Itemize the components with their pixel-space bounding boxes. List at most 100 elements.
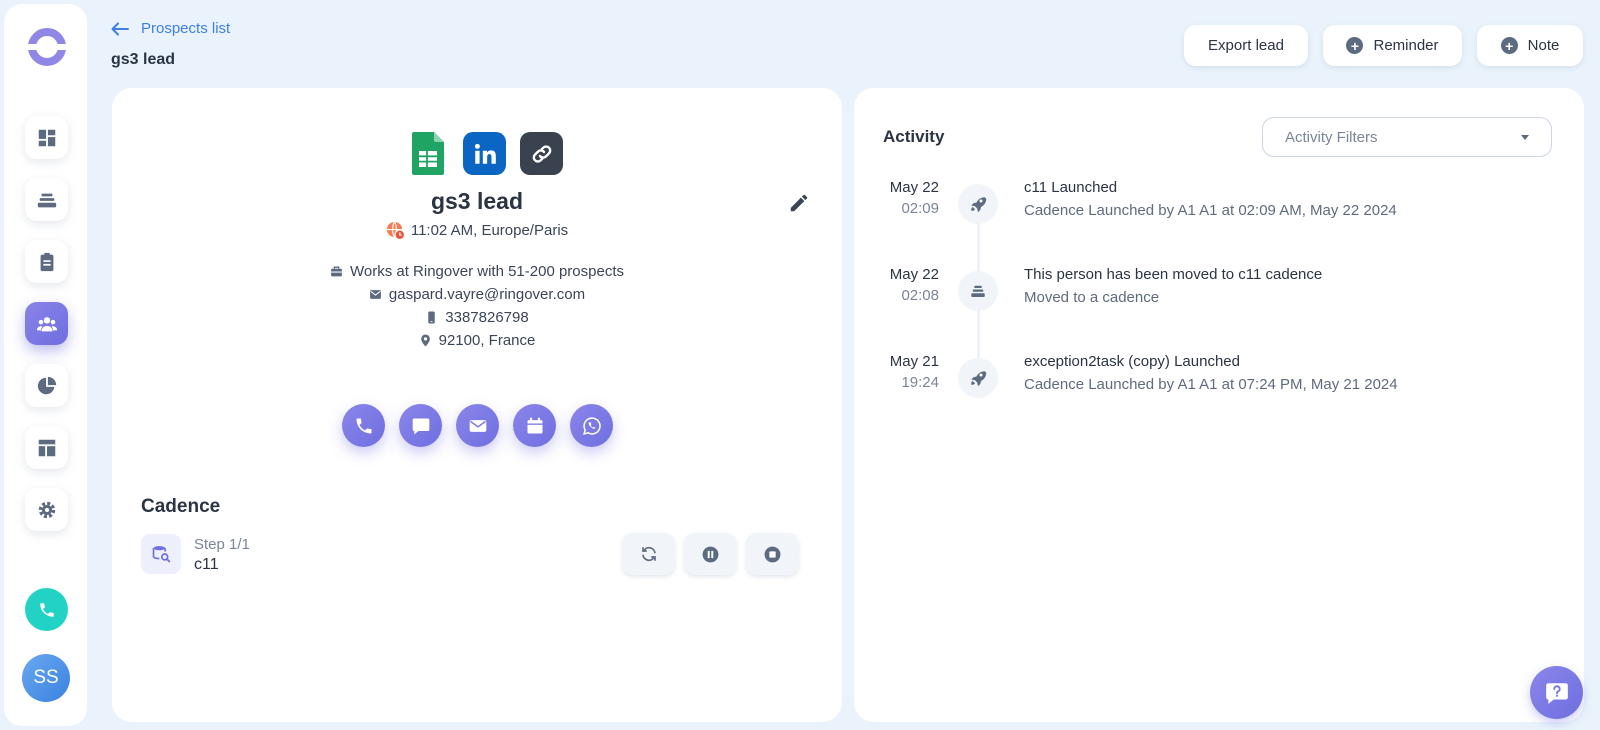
sidebar-item-settings[interactable]	[25, 488, 68, 531]
phone-icon	[39, 602, 54, 617]
chat-bubble-icon	[412, 418, 429, 434]
activity-filter-dropdown[interactable]: Activity Filters	[1262, 117, 1552, 157]
lead-name: gs3 lead	[430, 188, 524, 214]
cadence-stop-button[interactable]	[746, 533, 799, 575]
help-chat-button[interactable]	[1530, 666, 1583, 719]
avatar-initials: SS	[33, 667, 59, 688]
cadence-icon	[141, 534, 181, 574]
cadence-step: Step 1/1	[194, 536, 250, 553]
note-label: Note	[1527, 37, 1560, 54]
rocket-icon	[971, 371, 987, 387]
whatsapp-button[interactable]	[570, 404, 613, 447]
export-lead-button[interactable]: Export lead	[1184, 25, 1308, 66]
activity-filter-placeholder: Activity Filters	[1285, 128, 1378, 146]
pencil-icon[interactable]	[788, 192, 810, 214]
activity-date: May 22	[889, 266, 939, 283]
lead-email-line[interactable]: gaspard.vayre@ringover.com	[112, 286, 842, 303]
activity-card: Activity Activity Filters May 22 02:09 c…	[854, 88, 1584, 722]
cadence-pause-button[interactable]	[684, 533, 737, 575]
activity-date: May 22	[889, 179, 939, 196]
layout-icon	[38, 439, 55, 456]
lead-details-card: gs3 lead 11:02 AM, Europe/Paris Works at…	[112, 88, 842, 722]
stack-icon	[37, 193, 56, 207]
activity-title: Activity	[883, 127, 945, 146]
lead-company-text: Works at Ringover with 51-200 prospects	[349, 263, 624, 280]
activity-item-desc: Cadence Launched by A1 A1 at 07:24 PM, M…	[1024, 376, 1398, 393]
stop-icon	[764, 546, 781, 562]
activity-time: 19:24	[901, 374, 939, 391]
app-logo[interactable]	[26, 26, 68, 68]
call-button[interactable]	[342, 404, 385, 447]
page-title: gs3 lead	[111, 51, 176, 68]
activity-time: 02:08	[901, 287, 939, 304]
lead-sources	[406, 132, 563, 175]
activity-item-icon	[958, 184, 998, 224]
activity-item-icon	[958, 358, 998, 398]
linkedin-icon[interactable]	[463, 132, 506, 175]
plus-circle-icon: +	[1346, 37, 1364, 54]
rocket-icon	[971, 197, 987, 213]
note-button[interactable]: + Note	[1477, 25, 1583, 66]
google-sheets-icon[interactable]	[406, 132, 449, 175]
export-lead-label: Export lead	[1208, 37, 1284, 54]
plus-circle-icon: +	[1500, 37, 1518, 54]
dashboard-icon	[38, 129, 55, 146]
gear-icon	[38, 501, 55, 518]
stack-icon	[971, 285, 985, 297]
cadence-restart-button[interactable]	[622, 533, 675, 575]
pie-chart-icon	[37, 376, 56, 394]
schedule-button[interactable]	[513, 404, 556, 447]
link-icon[interactable]	[520, 132, 563, 175]
activity-item-icon	[958, 271, 998, 311]
lead-timezone-text: 11:02 AM, Europe/Paris	[410, 222, 569, 239]
phone-icon	[356, 418, 371, 433]
sms-button[interactable]	[399, 404, 442, 447]
sidebar: SS	[4, 4, 87, 726]
cadence-name[interactable]: c11	[194, 556, 219, 574]
calendar-icon	[527, 417, 542, 433]
activity-item-title: c11 Launched	[1024, 179, 1118, 196]
mail-icon	[370, 290, 381, 299]
caret-down-icon	[1521, 135, 1529, 140]
help-chat-icon	[1545, 682, 1568, 704]
reminder-label: Reminder	[1373, 37, 1439, 54]
lead-actions	[342, 404, 613, 447]
lead-location-line: 92100, France	[112, 332, 842, 349]
lead-email-text: gaspard.vayre@ringover.com	[388, 286, 586, 303]
refresh-icon	[641, 546, 656, 562]
lead-company-line: Works at Ringover with 51-200 prospects	[112, 263, 842, 280]
email-button[interactable]	[456, 404, 499, 447]
activity-item-title: exception2task (copy) Launched	[1024, 353, 1240, 370]
back-link-label: Prospects list	[141, 20, 231, 37]
lead-phone-text: 3387826798	[445, 309, 529, 326]
activity-item-desc: Cadence Launched by A1 A1 at 02:09 AM, M…	[1024, 202, 1397, 219]
globe-clock-icon	[386, 221, 405, 240]
back-link[interactable]: Prospects list	[111, 20, 230, 37]
mobile-phone-icon	[428, 311, 436, 324]
whatsapp-icon	[582, 416, 601, 435]
cadence-section-title: Cadence	[141, 496, 221, 517]
activity-date: May 21	[889, 353, 939, 370]
arrow-left-icon	[111, 22, 129, 35]
sidebar-item-cadences[interactable]	[25, 178, 68, 221]
avatar[interactable]: SS	[22, 654, 70, 702]
activity-time: 02:09	[901, 200, 939, 217]
lead-location-text: 92100, France	[438, 332, 536, 349]
location-pin-icon	[420, 334, 430, 347]
people-icon	[36, 316, 57, 331]
sidebar-item-tasks[interactable]	[25, 240, 68, 283]
sidebar-item-people[interactable]	[25, 302, 68, 345]
clipboard-icon	[40, 252, 53, 271]
briefcase-icon	[331, 266, 342, 277]
mail-icon	[469, 419, 486, 432]
lead-timezone: 11:02 AM, Europe/Paris	[112, 221, 842, 240]
sidebar-item-analytics[interactable]	[25, 364, 68, 407]
database-search-icon	[152, 546, 171, 563]
activity-item-title: This person has been moved to c11 cadenc…	[1024, 266, 1323, 283]
pause-icon	[702, 546, 719, 562]
dialer-button[interactable]	[25, 588, 68, 631]
reminder-button[interactable]: + Reminder	[1323, 25, 1462, 66]
sidebar-item-dashboard[interactable]	[25, 116, 68, 159]
lead-phone-line[interactable]: 3387826798	[112, 309, 842, 326]
sidebar-item-templates[interactable]	[25, 426, 68, 469]
